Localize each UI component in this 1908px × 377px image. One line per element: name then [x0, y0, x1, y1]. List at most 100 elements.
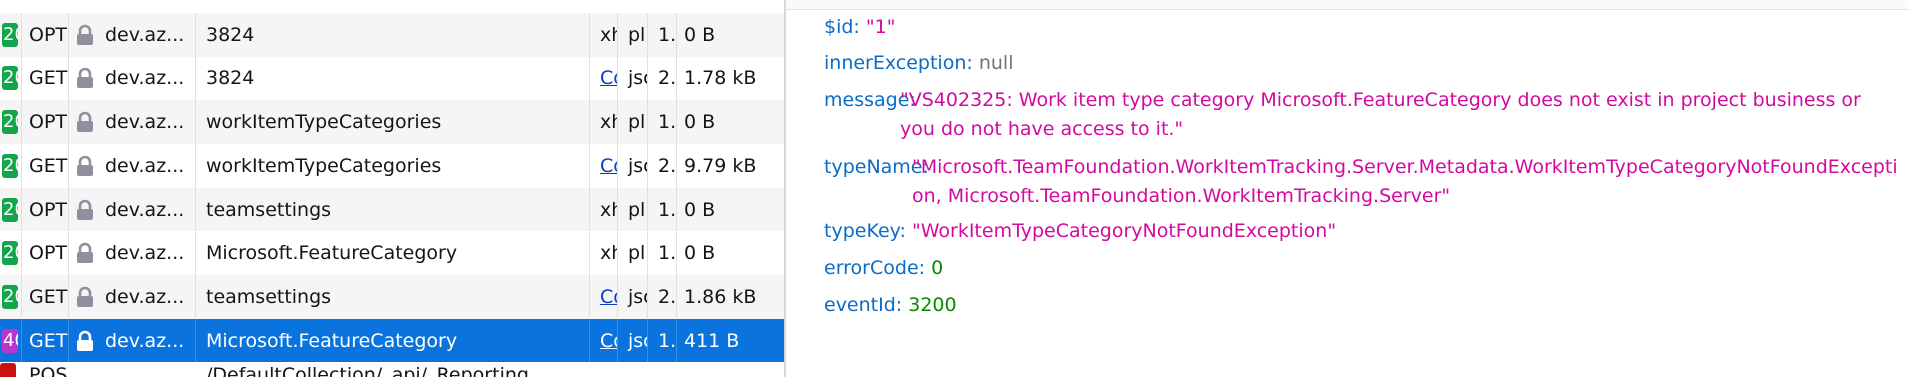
prop-message[interactable]: message: "VS402325: Work item type categ…: [824, 86, 1904, 146]
transferred-cell: 1.: [648, 231, 677, 275]
type-cell: jsc: [618, 318, 648, 363]
method-cell: POS: [29, 364, 68, 377]
file-cell: /DefaultCollection/_api/_Reporting...: [206, 364, 548, 377]
transferred-cell: 2.0: [648, 275, 677, 319]
request-row[interactable]: 200GET dev.az... workItemTypeCategories Coj…: [0, 144, 784, 188]
status-badge: 200: [2, 241, 18, 266]
domain-cell: dev.az...: [69, 275, 196, 319]
request-row[interactable]: 404GET dev.az... Microsoft.FeatureCategory…: [0, 318, 784, 363]
prop-id[interactable]: $id: "1": [824, 13, 895, 42]
request-row[interactable]: 200OPT dev.az... 3824 xhpl1. 0 B: [0, 13, 784, 57]
type-cell: pl: [618, 187, 648, 232]
status-badge: 200: [2, 197, 18, 222]
size-cell: 0 B: [684, 23, 716, 46]
prop-inner-exception[interactable]: innerException: null: [824, 49, 1013, 78]
initiator-cell[interactable]: Co: [590, 144, 618, 188]
request-row[interactable]: 200OPT dev.az... teamsettings xhpl1. 0 B: [0, 187, 784, 232]
request-row-partial-top[interactable]: [0, 0, 784, 10]
file-cell: 3824: [196, 13, 590, 57]
request-row[interactable]: 200OPT dev.az... workItemTypeCategories xhp…: [0, 100, 784, 144]
domain-cell: dev.az...: [69, 187, 196, 232]
type-cell: jsc: [618, 275, 648, 319]
prop-type-name-value: "Microsoft.TeamFoundation.WorkItemTracki…: [912, 156, 1898, 207]
prop-error-code-value: 0: [931, 257, 944, 279]
request-row-partial-bottom[interactable]: POS/DefaultCollection/_api/_Reporting...: [0, 363, 784, 377]
status-cell: 200: [0, 187, 22, 232]
file-cell: workItemTypeCategories: [196, 144, 590, 188]
size-cell: 0 B: [684, 242, 716, 265]
initiator-text[interactable]: Co: [600, 155, 617, 177]
method-cell: OPT: [22, 13, 69, 57]
file-cell: Microsoft.FeatureCategory: [196, 231, 590, 275]
type-cell: pl: [618, 13, 648, 57]
domain-text: dev.az...: [105, 242, 185, 265]
size-cell: 1.86 kB: [684, 285, 757, 308]
prop-error-code-key: errorCode:: [824, 257, 926, 279]
lock-icon: [75, 155, 95, 177]
domain-text: dev.az...: [105, 285, 185, 308]
initiator-text: xh: [600, 111, 617, 134]
lock-icon: [75, 67, 95, 89]
domain-cell: dev.az...: [69, 231, 196, 275]
method-cell: OPT: [22, 187, 69, 232]
prop-type-key[interactable]: typeKey: "WorkItemTypeCategoryNotFoundEx…: [824, 217, 1336, 246]
lock-icon: [75, 199, 95, 221]
status-badge: 404: [2, 328, 18, 353]
transferred-cell: 2.4: [648, 144, 677, 188]
initiator-cell: xh: [590, 231, 618, 275]
prop-id-value: "1": [865, 16, 896, 38]
status-cell: 200: [0, 231, 22, 275]
type-cell: jsc: [618, 56, 648, 101]
prop-error-code[interactable]: errorCode: 0: [824, 254, 943, 283]
request-row[interactable]: 200GET dev.az... teamsettings Cojsc2.0 1.86 …: [0, 275, 784, 319]
initiator-cell[interactable]: Co: [590, 56, 618, 101]
prop-event-id[interactable]: eventId: 3200: [824, 291, 957, 320]
domain-cell: dev.az...: [69, 100, 196, 144]
size-cell: 1.78 kB: [684, 67, 757, 90]
initiator-text: xh: [600, 242, 617, 265]
file-cell: 3824: [196, 56, 590, 101]
request-row[interactable]: 200OPT dev.az... Microsoft.FeatureCategory…: [0, 231, 784, 275]
initiator-text[interactable]: Co: [600, 67, 617, 89]
method-cell: GET: [22, 318, 69, 363]
method-cell: GET: [22, 144, 69, 188]
status-badge: [0, 363, 16, 377]
initiator-text[interactable]: Co: [600, 330, 617, 352]
transferred-cell: 1.: [648, 318, 677, 363]
prop-type-key-value: "WorkItemTypeCategoryNotFoundException": [911, 220, 1337, 242]
prop-event-id-key: eventId:: [824, 294, 903, 316]
type-cell: pl: [618, 100, 648, 144]
domain-text: dev.az...: [105, 111, 185, 134]
status-cell: 200: [0, 56, 22, 101]
type-cell: pl: [618, 231, 648, 275]
initiator-cell: xh: [590, 13, 618, 57]
prop-type-name[interactable]: typeName: "Microsoft.TeamFoundation.Work…: [824, 153, 1904, 213]
size-cell: 0 B: [684, 111, 716, 134]
method-cell: GET: [22, 56, 69, 101]
initiator-cell[interactable]: Co: [590, 318, 618, 363]
domain-cell: dev.az...: [69, 144, 196, 188]
file-cell: teamsettings: [196, 275, 590, 319]
lock-icon: [75, 111, 95, 133]
prop-message-value: "VS402325: Work item type category Micro…: [900, 89, 1867, 140]
file-cell: teamsettings: [196, 187, 590, 232]
domain-text: dev.az...: [105, 154, 185, 177]
status-badge: 200: [2, 66, 18, 91]
request-row[interactable]: 200GET dev.az... 3824 Cojsc2. 1.78 kB: [0, 56, 784, 101]
initiator-text[interactable]: Co: [600, 286, 617, 308]
transferred-cell: 2.: [648, 56, 677, 101]
status-cell: 200: [0, 144, 22, 188]
domain-text: dev.az...: [105, 198, 185, 221]
status-cell: 200: [0, 100, 22, 144]
size-cell: 411 B: [684, 329, 740, 352]
lock-icon: [75, 242, 95, 264]
prop-type-key-key: typeKey:: [824, 220, 906, 242]
initiator-text: xh: [600, 198, 617, 221]
domain-text: dev.az...: [105, 329, 185, 352]
status-badge: 200: [2, 284, 18, 309]
status-cell: 200: [0, 13, 22, 57]
type-cell: jsc: [618, 144, 648, 188]
initiator-cell[interactable]: Co: [590, 275, 618, 319]
lock-icon: [75, 24, 95, 46]
initiator-text: xh: [600, 23, 617, 46]
